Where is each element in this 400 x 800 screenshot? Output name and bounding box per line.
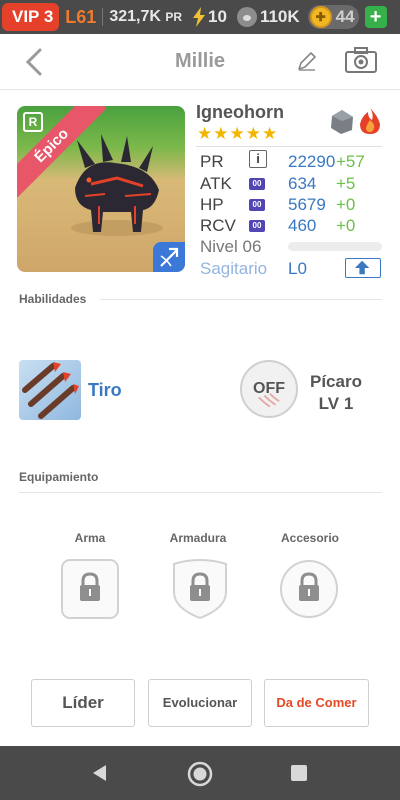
status-bar: VIP 3 L61 321,7K PR 10 110K ✚ 44 + bbox=[0, 0, 400, 34]
slot-label-accessory: Accesorio bbox=[280, 531, 340, 545]
nav-back-icon[interactable] bbox=[90, 763, 110, 783]
armor-slot[interactable] bbox=[170, 558, 230, 620]
sagittarius-class-badge bbox=[153, 242, 185, 272]
level-label: Nivel 06 bbox=[200, 237, 262, 256]
up-arrow-icon bbox=[354, 260, 370, 275]
toggle-state: OFF bbox=[253, 380, 285, 397]
vip-badge[interactable]: VIP 3 bbox=[2, 3, 60, 31]
class-upgrade-button[interactable] bbox=[345, 258, 381, 278]
fire-element-icon bbox=[360, 108, 380, 134]
power-value: 321,7K bbox=[109, 8, 161, 25]
lightning-icon bbox=[192, 7, 206, 27]
stat-label-atk: ATK bbox=[200, 174, 232, 193]
equipment-section-title: Equipamiento bbox=[19, 470, 99, 484]
stat-value-hp: 5679 bbox=[288, 195, 326, 214]
coin-counter[interactable]: ✚ 44 bbox=[307, 5, 359, 29]
abilities-section-title: Habilidades bbox=[19, 292, 87, 306]
accessory-slot[interactable] bbox=[279, 558, 339, 620]
stat-value-rcv: 460 bbox=[288, 216, 317, 235]
add-coins-button[interactable]: + bbox=[364, 6, 387, 28]
paw-value: 110K bbox=[259, 7, 300, 26]
stat-value-pr: 22290 bbox=[288, 152, 336, 171]
stat-label-rcv: RCV bbox=[200, 216, 236, 235]
pet-name: Igneohorn bbox=[196, 102, 284, 122]
level-progress-bar bbox=[288, 242, 382, 251]
player-level: L61 bbox=[65, 6, 97, 27]
stat-label-pr: PR bbox=[200, 152, 224, 171]
igneohorn-creature-image bbox=[71, 134, 163, 236]
edit-pencil-icon[interactable] bbox=[296, 50, 318, 72]
stat-tag-hp: 00 bbox=[249, 199, 265, 211]
energy-value: 10 bbox=[208, 7, 227, 26]
leader-button[interactable]: Líder bbox=[31, 679, 135, 727]
name-divider bbox=[196, 146, 382, 147]
nav-recents-icon[interactable] bbox=[290, 764, 308, 782]
bow-arrow-icon bbox=[160, 247, 179, 267]
stat-increase-pr: +57 bbox=[336, 152, 365, 171]
paw-counter[interactable]: 110K bbox=[236, 7, 300, 27]
armor-lock-icon bbox=[173, 558, 227, 620]
equipment-divider bbox=[19, 492, 382, 493]
skill-tiro-icon[interactable] bbox=[19, 360, 81, 420]
stat-tag-rcv: 00 bbox=[249, 220, 265, 232]
accessory-lock-icon bbox=[280, 560, 338, 618]
stat-tag-atk: 00 bbox=[249, 178, 265, 190]
weapon-lock-icon bbox=[61, 559, 119, 619]
class-level: L0 bbox=[288, 259, 307, 278]
paw-icon bbox=[236, 7, 257, 27]
coin-icon: ✚ bbox=[309, 6, 332, 28]
feed-button[interactable]: Da de Comer bbox=[264, 679, 369, 727]
abilities-divider bbox=[100, 299, 382, 300]
stat-value-atk: 634 bbox=[288, 174, 317, 193]
player-power: 321,7K PR bbox=[102, 8, 182, 26]
role-name: Pícaro bbox=[310, 372, 362, 391]
stat-increase-hp: +0 bbox=[336, 195, 356, 214]
pet-portrait[interactable]: Épico R bbox=[17, 106, 185, 272]
stat-increase-atk: +5 bbox=[336, 174, 356, 193]
role-info: Pícaro LV 1 bbox=[300, 371, 372, 415]
slot-label-weapon: Arma bbox=[74, 531, 106, 545]
stat-increase-rcv: +0 bbox=[336, 216, 356, 235]
weapon-slot[interactable] bbox=[60, 558, 120, 620]
info-icon[interactable]: i bbox=[249, 150, 267, 168]
star-rating: ★★★★★ bbox=[197, 124, 279, 143]
passive-toggle[interactable]: OFF bbox=[240, 360, 298, 418]
stat-label-hp: HP bbox=[200, 195, 224, 214]
role-level: LV 1 bbox=[318, 394, 354, 413]
system-nav-bar bbox=[0, 746, 400, 800]
page-title: Millie bbox=[174, 50, 225, 72]
slot-label-armor: Armadura bbox=[169, 531, 227, 545]
coin-value: 44 bbox=[335, 7, 355, 26]
top-header: Millie bbox=[0, 34, 400, 90]
r-badge: R bbox=[23, 112, 43, 132]
nav-home-icon[interactable] bbox=[187, 761, 213, 787]
triple-arrow-icon bbox=[22, 362, 79, 419]
skill-name[interactable]: Tiro bbox=[88, 380, 122, 401]
power-suffix: PR bbox=[165, 10, 183, 24]
rock-element-icon bbox=[331, 110, 353, 134]
evolve-button[interactable]: Evolucionar bbox=[148, 679, 252, 727]
class-name: Sagitario bbox=[200, 259, 268, 278]
camera-icon[interactable] bbox=[344, 46, 378, 74]
energy-counter[interactable]: 10 bbox=[192, 7, 227, 27]
